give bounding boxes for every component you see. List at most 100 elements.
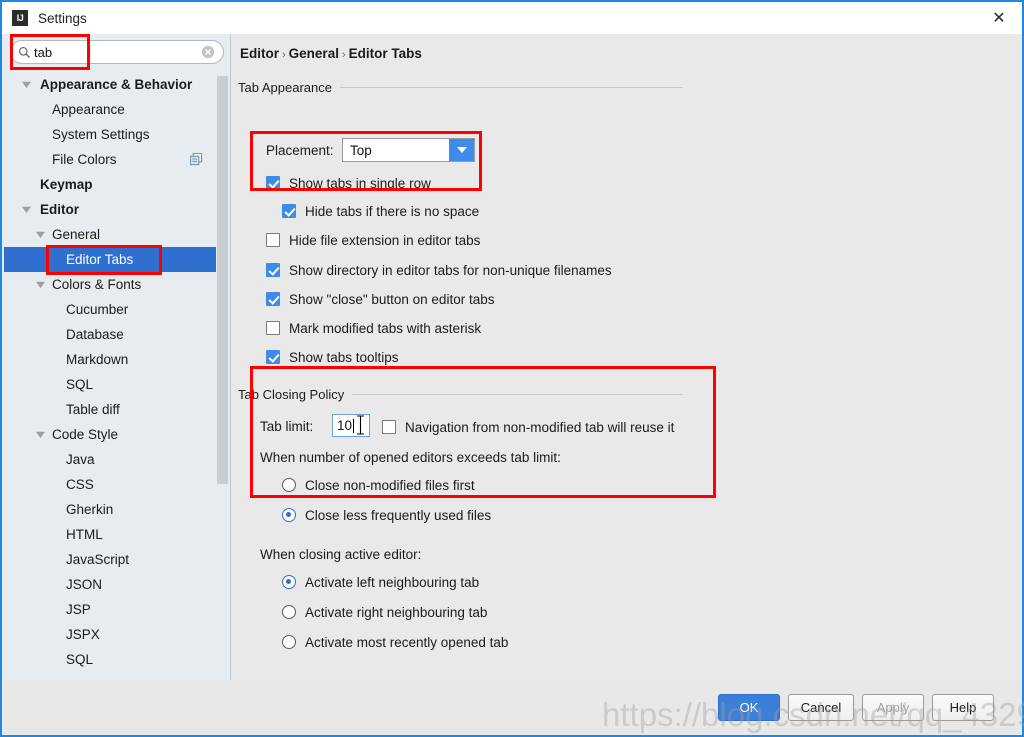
sidebar-item-file-colors[interactable]: File Colors xyxy=(4,147,219,172)
placement-dropdown[interactable]: Top xyxy=(342,138,475,162)
sidebar-item-jsp[interactable]: JSP xyxy=(4,597,219,622)
expand-arrow-icon[interactable] xyxy=(22,80,31,89)
sidebar-item-code-style[interactable]: Code Style xyxy=(4,422,219,447)
settings-window: IJ Settings ✕ Appearance & BehaviorAppea… xyxy=(0,0,1024,737)
checkbox[interactable] xyxy=(266,350,280,364)
cancel-button[interactable]: Cancel xyxy=(788,694,854,721)
radio-row-activate-right-neighbouring-tab[interactable]: Activate right neighbouring tab xyxy=(282,602,487,622)
radio-label: Close less frequently used files xyxy=(305,507,492,523)
group-separator-line-2 xyxy=(352,393,683,395)
expand-arrow-icon[interactable] xyxy=(36,280,45,289)
sidebar-item-json[interactable]: JSON xyxy=(4,572,219,597)
checkbox-row-hide-tabs-if-there-is-no-space[interactable]: Hide tabs if there is no space xyxy=(282,201,479,221)
checkbox[interactable] xyxy=(266,233,280,247)
checkbox-row-show-close-button-on-editor-tabs[interactable]: Show "close" button on editor tabs xyxy=(266,289,494,309)
sidebar-item-label: Code Style xyxy=(52,427,119,442)
sidebar-item-label: File Colors xyxy=(52,152,117,167)
radio-row-close-less-frequently-used-files[interactable]: Close less frequently used files xyxy=(282,505,491,525)
sidebar-item-markdown[interactable]: Markdown xyxy=(4,347,219,372)
search-box[interactable] xyxy=(10,40,224,64)
sidebar-item-label: Cucumber xyxy=(66,302,129,317)
dialog-footer: OK Cancel Apply Help xyxy=(4,680,1022,735)
tab-appearance-group-title: Tab Appearance xyxy=(238,79,683,95)
sidebar-item-label: JSPX xyxy=(66,627,100,642)
checkbox-row-mark-modified-tabs-with-asterisk[interactable]: Mark modified tabs with asterisk xyxy=(266,318,481,338)
navigation-reuse-option[interactable]: Navigation from non-modified tab will re… xyxy=(382,417,674,437)
chevron-down-icon[interactable] xyxy=(449,139,474,161)
checkbox-label: Show "close" button on editor tabs xyxy=(289,291,495,307)
close-icon[interactable]: ✕ xyxy=(976,2,1022,33)
ok-button[interactable]: OK xyxy=(718,694,780,721)
sidebar-item-label: Appearance & Behavior xyxy=(40,77,193,92)
radio-button[interactable] xyxy=(282,605,296,619)
tab-appearance-label: Tab Appearance xyxy=(238,79,332,95)
sidebar-item-label: SQL xyxy=(66,377,94,392)
settings-sidebar: Appearance & Behavior Appearance System Se… xyxy=(4,34,231,680)
sidebar-item-table-diff[interactable]: Table diff xyxy=(4,397,219,422)
navigation-reuse-checkbox[interactable] xyxy=(382,420,396,434)
sidebar-item-html[interactable]: HTML xyxy=(4,522,219,547)
checkbox-row-hide-file-extension-in-editor-tabs[interactable]: Hide file extension in editor tabs xyxy=(266,230,480,250)
sidebar-item-system-settings[interactable]: System Settings xyxy=(4,122,219,147)
sidebar-scrollbar-thumb[interactable] xyxy=(217,76,228,484)
sidebar-item-label: HTML xyxy=(66,527,103,542)
checkbox-label: Hide tabs if there is no space xyxy=(305,203,480,219)
checkbox-label: Show directory in editor tabs for non-un… xyxy=(289,262,612,278)
sidebar-item-label: JavaScript xyxy=(66,552,130,567)
sidebar-item-appearance-behavior[interactable]: Appearance & Behavior xyxy=(4,72,219,97)
radio-button[interactable] xyxy=(282,478,296,492)
radio-row-activate-most-recently-opened-tab[interactable]: Activate most recently opened tab xyxy=(282,632,508,652)
ibeam-cursor-icon xyxy=(357,415,364,435)
checkbox[interactable] xyxy=(266,292,280,306)
radio-row-activate-left-neighbouring-tab[interactable]: Activate left neighbouring tab xyxy=(282,572,479,592)
sidebar-item-editor[interactable]: Editor xyxy=(4,197,219,222)
expand-arrow-icon[interactable] xyxy=(22,205,31,214)
sidebar-item-sql[interactable]: SQL xyxy=(4,647,219,672)
checkbox[interactable] xyxy=(282,204,296,218)
sidebar-item-appearance[interactable]: Appearance xyxy=(4,97,219,122)
checkbox[interactable] xyxy=(266,176,280,190)
checkbox-row-show-tabs-in-single-row[interactable]: Show tabs in single row xyxy=(266,173,431,193)
radio-label: Activate most recently opened tab xyxy=(305,634,509,650)
sidebar-item-general[interactable]: General xyxy=(4,222,219,247)
checkbox[interactable] xyxy=(266,263,280,277)
apply-button[interactable]: Apply xyxy=(862,694,924,721)
checkbox-label: Mark modified tabs with asterisk xyxy=(289,320,482,336)
sidebar-item-gherkin[interactable]: Gherkin xyxy=(4,497,219,522)
settings-tree[interactable]: Appearance & Behavior Appearance System Se… xyxy=(4,72,219,680)
checkbox-row-show-directory-in-editor-tabs-for-non-unique-filenames[interactable]: Show directory in editor tabs for non-un… xyxy=(266,260,612,280)
tab-closing-policy-group: Tab Closing Policy xyxy=(238,386,683,402)
clear-circle-icon[interactable] xyxy=(201,45,215,59)
sidebar-item-colors-fonts[interactable]: Colors & Fonts xyxy=(4,272,219,297)
sidebar-item-label: System Settings xyxy=(52,127,150,142)
radio-button[interactable] xyxy=(282,575,296,589)
radio-button[interactable] xyxy=(282,635,296,649)
breadcrumb-part-general[interactable]: General xyxy=(289,46,339,61)
sidebar-item-css[interactable]: CSS xyxy=(4,472,219,497)
sidebar-item-label: Java xyxy=(66,452,95,467)
radio-button[interactable] xyxy=(282,508,296,522)
window-title: Settings xyxy=(38,10,87,26)
sidebar-item-java[interactable]: Java xyxy=(4,447,219,472)
sidebar-item-javascript[interactable]: JavaScript xyxy=(4,547,219,572)
search-input[interactable] xyxy=(34,44,199,60)
copy-scope-icon[interactable] xyxy=(190,153,203,166)
help-button[interactable]: Help xyxy=(932,694,994,721)
sidebar-item-editor-tabs[interactable]: Editor Tabs xyxy=(4,247,219,272)
sidebar-item-label: Appearance xyxy=(52,102,125,117)
checkbox-row-show-tabs-tooltips[interactable]: Show tabs tooltips xyxy=(266,347,399,367)
expand-arrow-icon[interactable] xyxy=(36,230,45,239)
checkbox[interactable] xyxy=(266,321,280,335)
sidebar-item-sql[interactable]: SQL xyxy=(4,372,219,397)
sidebar-item-database[interactable]: Database xyxy=(4,322,219,347)
sidebar-item-cucumber[interactable]: Cucumber xyxy=(4,297,219,322)
sidebar-item-label: Keymap xyxy=(40,177,93,192)
sidebar-item-keymap[interactable]: Keymap xyxy=(4,172,219,197)
breadcrumb-part-editor[interactable]: Editor xyxy=(240,46,279,61)
radio-row-close-non-modified-files-first[interactable]: Close non-modified files first xyxy=(282,475,475,495)
tab-limit-value: 10 xyxy=(337,418,353,433)
closing-active-editor-label: When closing active editor: xyxy=(260,547,422,562)
expand-arrow-icon[interactable] xyxy=(36,430,45,439)
sidebar-item-jspx[interactable]: JSPX xyxy=(4,622,219,647)
placement-selected-value: Top xyxy=(350,142,372,158)
